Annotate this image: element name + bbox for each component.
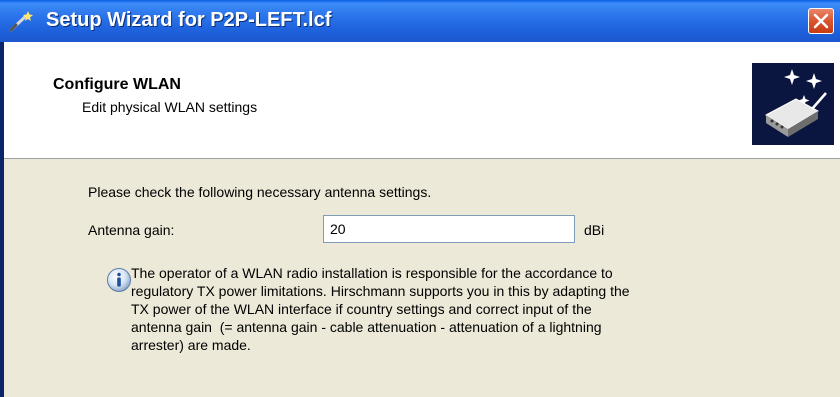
close-button[interactable]	[808, 8, 834, 34]
window-title: Setup Wizard for P2P-LEFT.lcf	[46, 9, 332, 31]
info-line: arrester) are made.	[131, 337, 251, 353]
info-message: The operator of a WLAN radio installatio…	[131, 264, 781, 354]
info-line: The operator of a WLAN radio installatio…	[131, 265, 613, 281]
info-line: antenna gain (= antenna gain - cable att…	[131, 319, 602, 335]
antenna-gain-label: Antenna gain:	[88, 222, 175, 238]
info-icon	[107, 268, 131, 292]
setup-wizard-window: Setup Wizard for P2P-LEFT.lcf Configure …	[0, 0, 840, 397]
antenna-gain-unit: dBi	[584, 222, 605, 238]
title-bar[interactable]: Setup Wizard for P2P-LEFT.lcf	[0, 0, 840, 42]
wizard-router-icon	[752, 63, 834, 145]
close-icon	[813, 13, 829, 29]
info-line: TX power of the WLAN interface if countr…	[131, 301, 592, 317]
page-subtitle: Edit physical WLAN settings	[82, 99, 258, 115]
wand-icon	[9, 11, 33, 32]
page-title: Configure WLAN	[53, 76, 181, 93]
antenna-gain-input[interactable]	[323, 215, 575, 243]
wizard-header: Configure WLAN Edit physical WLAN settin…	[4, 42, 840, 159]
info-line: regulatory TX power limitations. Hirschm…	[131, 283, 630, 299]
intro-text: Please check the following necessary ant…	[88, 184, 432, 200]
